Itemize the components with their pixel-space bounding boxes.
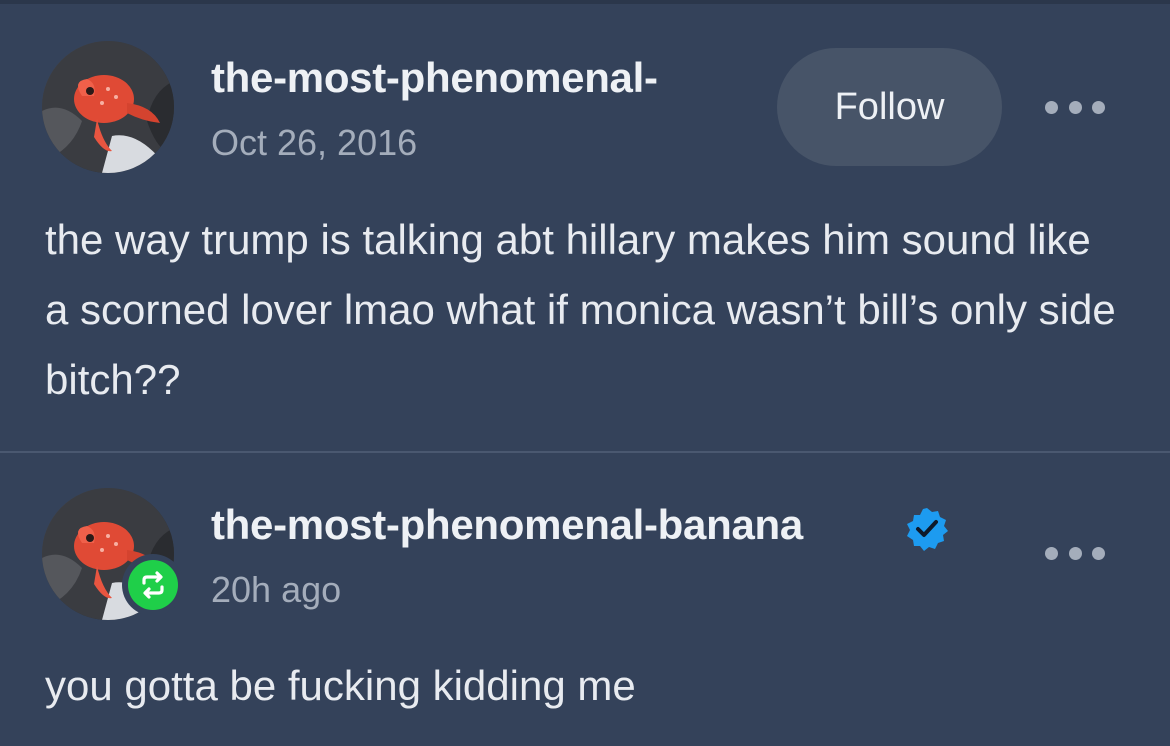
dot	[1092, 546, 1105, 560]
post-body: you gotta be fucking kidding me	[45, 662, 636, 709]
reblog-icon	[128, 560, 178, 610]
more-dots-icon[interactable]	[1045, 543, 1105, 563]
original-post: the-most-phenomenal- Oct 26, 2016 Follow…	[0, 0, 1170, 452]
username[interactable]: the-most-phenomenal-	[211, 54, 658, 102]
post-timestamp[interactable]: Oct 26, 2016	[211, 122, 417, 164]
more-dots-icon[interactable]	[1045, 97, 1105, 117]
username[interactable]: the-most-phenomenal-banana	[211, 501, 803, 549]
avatar[interactable]	[42, 41, 174, 173]
post-timestamp[interactable]: 20h ago	[211, 569, 341, 611]
dot	[1068, 100, 1082, 114]
post-body: the way trump is talking abt hillary mak…	[45, 216, 1116, 403]
dot	[1045, 100, 1058, 114]
red-fish-avatar-icon	[42, 41, 174, 173]
dot	[1045, 546, 1058, 560]
dot	[1092, 100, 1105, 114]
follow-button[interactable]: Follow	[777, 48, 1002, 166]
verified-badge-icon	[907, 508, 948, 551]
reblog-badge	[122, 554, 184, 616]
dot	[1068, 546, 1082, 560]
